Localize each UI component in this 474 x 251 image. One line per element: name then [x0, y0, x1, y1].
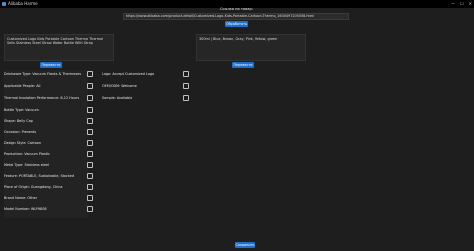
property-checkbox[interactable]	[87, 118, 93, 124]
url-input[interactable]: https://www.alibaba.com/product-detail/C…	[123, 13, 349, 20]
property-label: Applicable People: All	[4, 84, 41, 88]
app-icon	[2, 2, 6, 6]
property-checkbox[interactable]	[87, 107, 93, 113]
translate-colors-button[interactable]: Перевести	[232, 62, 254, 68]
property-label: Model Number: WLY9808	[4, 207, 47, 211]
property-label: Shape: Belly Cap	[4, 119, 33, 123]
property-label: Sample: Available	[102, 96, 133, 100]
property-checkbox[interactable]	[87, 83, 93, 89]
property-row: Feature: PORTABLE, Sustainable, Stocked	[4, 173, 93, 180]
property-label: Occasion: Presents	[4, 130, 37, 134]
property-checkbox[interactable]	[87, 71, 93, 77]
property-row: Brand Name: Other	[4, 195, 93, 202]
property-checkbox[interactable]	[87, 95, 93, 101]
property-checkbox[interactable]	[183, 71, 189, 77]
property-row: Place of Origin: Guangdong, China	[4, 184, 93, 191]
title-textarea[interactable]: Customized Logo Kids Portable Cartoon Th…	[4, 34, 114, 61]
property-row: Model Number: WLY9808	[4, 206, 93, 213]
property-label: Bottle Type: Vacuum	[4, 108, 39, 112]
property-label: Production: Vacuum Plastic	[4, 152, 50, 156]
property-checkbox[interactable]	[87, 195, 93, 201]
property-row: Logo: Accept Customized Logo	[102, 71, 192, 78]
property-label: Drinkware Type: Vacuum Flasks & Thermose…	[4, 72, 81, 76]
colors-textarea[interactable]: 300ml | Blue, Brown, Gray, Pink, Yellow,…	[196, 34, 306, 61]
property-checkbox[interactable]	[87, 151, 93, 157]
property-row: Thermal Insulation Performance: 8-12 Hou…	[4, 95, 93, 102]
property-row: Production: Vacuum Plastic	[4, 151, 93, 158]
property-checkbox[interactable]	[183, 95, 189, 101]
property-label: Feature: PORTABLE, Sustainable, Stocked	[4, 174, 74, 178]
property-row: Occasion: Presents	[4, 129, 93, 136]
property-label: Design Style: Cartoon	[4, 141, 41, 145]
property-checkbox[interactable]	[87, 162, 93, 168]
property-label: Brand Name: Other	[4, 196, 38, 200]
property-row: OEM/ODM: Welcome	[102, 83, 192, 90]
property-label: OEM/ODM: Welcome	[102, 84, 137, 88]
save-button[interactable]: Сохранить	[235, 242, 255, 248]
property-label: Thermal Insulation Performance: 8-12 Hou…	[4, 96, 80, 100]
property-row: Drinkware Type: Vacuum Flasks & Thermose…	[4, 71, 93, 78]
url-label: Ссылка на товар:	[220, 7, 253, 11]
maximize-icon[interactable]: ☐	[460, 1, 464, 6]
property-row: Sample: Available	[102, 95, 192, 102]
property-checkbox[interactable]	[183, 83, 189, 89]
property-checkbox[interactable]	[87, 206, 93, 212]
property-label: Logo: Accept Customized Logo	[102, 72, 155, 76]
property-checkbox[interactable]	[87, 173, 93, 179]
property-row: Applicable People: All	[4, 83, 93, 90]
property-row: Design Style: Cartoon	[4, 140, 93, 147]
property-label: Place of Origin: Guangdong, China	[4, 185, 63, 189]
window-title: Alibaba Harme	[8, 1, 38, 6]
minimize-icon[interactable]: —	[451, 1, 455, 6]
close-icon[interactable]: ✕	[469, 1, 472, 6]
property-row: Bottle Type: Vacuum	[4, 107, 93, 114]
property-row: Shape: Belly Cap	[4, 118, 93, 125]
property-label: Metal Type: Stainless steel	[4, 163, 49, 167]
process-button[interactable]: Обработать	[225, 21, 248, 27]
translate-title-button[interactable]: Перевести	[40, 62, 62, 68]
property-checkbox[interactable]	[87, 129, 93, 135]
property-row: Metal Type: Stainless steel	[4, 162, 93, 169]
property-checkbox[interactable]	[87, 140, 93, 146]
property-checkbox[interactable]	[87, 184, 93, 190]
